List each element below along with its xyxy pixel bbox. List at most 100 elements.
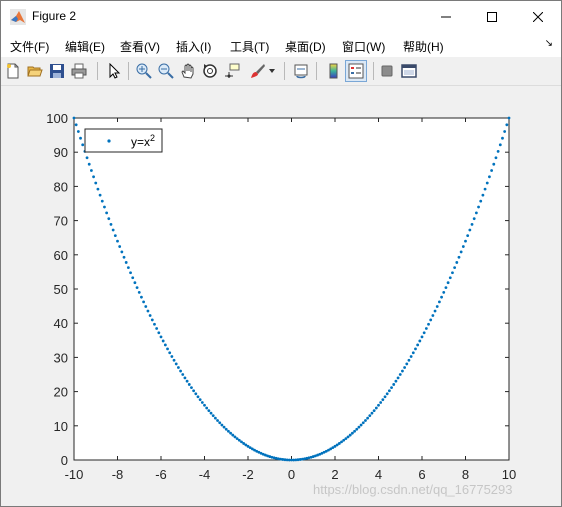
data-point [142,300,146,304]
menu-insert[interactable]: 插入(I) [176,38,211,55]
pan-hand-icon[interactable] [178,61,198,81]
data-point [224,427,228,431]
menu-bar: 文件(F) 编辑(E) 查看(V) 插入(I) 工具(T) 桌面(D) 窗口(W… [1,33,561,57]
data-point [468,228,472,232]
data-point [477,205,480,209]
data-point [135,286,139,289]
print-icon[interactable] [69,61,89,81]
x-tick-label: 2 [331,467,338,482]
data-point [74,123,78,127]
x-tick-label: 8 [462,467,469,482]
matlab-logo-icon [10,9,26,25]
data-point [461,245,465,248]
legend-icon[interactable] [345,60,367,82]
link-plot-icon[interactable] [291,61,311,81]
brush-icon[interactable] [248,61,268,81]
data-point [427,322,430,326]
data-point [90,169,93,172]
data-point [96,187,100,191]
data-point [150,318,154,322]
menu-desktop[interactable]: 桌面(D) [285,38,326,55]
y-tick-label: 50 [54,282,68,297]
data-point [174,362,178,366]
data-point [111,228,115,232]
data-point [216,419,219,422]
menu-help[interactable]: 帮助(H) [403,38,444,55]
data-point [370,411,374,415]
figure-canvas: -10 -8 -6 -4 -2 0 2 4 6 8 10 0 10 20 30 40 50 60 70 80 90 100… [1,86,561,506]
zoom-in-icon[interactable] [134,61,154,81]
brush-dropdown-icon[interactable] [267,61,277,81]
data-point [205,406,209,410]
minimize-icon [441,16,451,18]
toolbar-separator [97,62,98,80]
data-point [137,291,141,294]
save-icon[interactable] [47,61,67,81]
data-point [446,281,450,285]
menu-view[interactable]: 查看(V) [120,38,160,55]
colorbar-icon[interactable] [323,61,343,81]
maximize-button[interactable] [469,1,515,33]
minimize-button[interactable] [423,1,469,33]
x-tick-label: -8 [112,467,124,482]
data-point [440,295,443,299]
new-figure-icon[interactable] [3,61,23,81]
data-point [103,205,106,209]
pointer-icon[interactable] [104,61,124,81]
data-point [227,429,230,433]
data-point [181,373,185,376]
close-button[interactable] [515,1,561,33]
data-point [183,376,187,380]
data-cursor-icon[interactable] [222,61,242,81]
menu-tools[interactable]: 工具(T) [230,38,269,55]
data-point [359,423,363,427]
data-point [229,431,233,435]
menu-edit[interactable]: 编辑(E) [65,38,105,55]
rotate-3d-icon[interactable] [200,61,220,81]
data-point [414,347,417,351]
open-file-icon[interactable] [25,61,45,81]
data-point [124,261,128,264]
data-point [507,116,511,120]
data-point [429,318,433,322]
data-point [94,181,98,185]
data-point [122,255,126,259]
data-point [98,193,102,197]
x-tick-label: 6 [418,467,425,482]
y-tick-label: 100 [46,111,68,126]
x-tick-label: -6 [155,467,167,482]
data-point [163,343,167,347]
zoom-out-icon[interactable] [156,61,176,81]
figure-toolbar [1,57,561,86]
show-plot-tools-icon[interactable] [399,61,419,81]
data-point [351,431,354,435]
axes-background[interactable] [73,117,510,461]
data-point [498,143,502,147]
data-point [379,401,383,404]
hide-plot-tools-icon[interactable] [377,61,397,81]
data-point [470,222,474,226]
data-point [170,355,174,358]
data-point [159,335,163,339]
data-point [198,398,202,402]
data-point [131,276,135,280]
x-tick-label: -4 [199,467,211,482]
menu-overflow-icon[interactable]: ↘ [545,38,553,49]
data-point [490,169,493,172]
data-point [403,366,406,369]
data-point [444,286,448,289]
data-point [153,322,156,326]
y-tick-label: 40 [54,316,68,331]
menu-window[interactable]: 窗口(W) [342,38,385,55]
data-point [190,386,193,390]
legend-marker [107,139,111,143]
data-point [177,366,180,369]
y-tick-label: 90 [54,145,68,160]
data-point [346,435,350,439]
data-point [407,358,411,362]
data-point [87,162,91,166]
data-point [120,250,124,254]
data-point [398,373,402,376]
data-point [431,314,435,317]
menu-file[interactable]: 文件(F) [10,38,49,55]
